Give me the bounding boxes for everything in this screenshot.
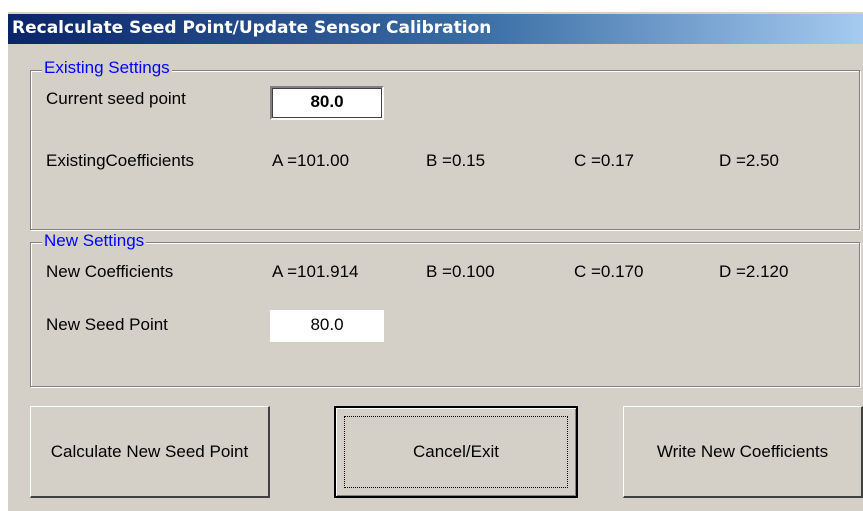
title-bar[interactable]: Recalculate Seed Point/Update Sensor Cal… (8, 14, 863, 44)
write-button-label: Write New Coefficients (656, 441, 829, 461)
new-seed-point-field: 80.0 (270, 310, 384, 342)
existing-coefficient-a: A =101.00 (272, 151, 350, 170)
new-coefficient-a: A =101.914 (272, 262, 359, 281)
recalculate-dialog: Recalculate Seed Point/Update Sensor Cal… (0, 0, 863, 511)
new-settings-legend: New Settings (42, 231, 147, 251)
existing-coefficients-label: ExistingCoefficients (46, 151, 195, 170)
current-seed-point-label: Current seed point (46, 89, 186, 108)
window-title: Recalculate Seed Point/Update Sensor Cal… (12, 18, 492, 38)
calculate-new-seed-point-button[interactable]: Calculate New Seed Point (30, 406, 270, 498)
existing-coefficient-d: D =2.50 (719, 151, 780, 170)
current-seed-point-field: 80.0 (270, 86, 384, 120)
existing-settings-legend: Existing Settings (42, 58, 172, 78)
new-coefficient-b: B =0.100 (426, 262, 495, 281)
new-coefficients-label: New Coefficients (46, 262, 174, 281)
calculate-button-label: Calculate New Seed Point (50, 441, 249, 461)
write-new-coefficients-button[interactable]: Write New Coefficients (623, 406, 863, 498)
cancel-exit-button[interactable]: Cancel/Exit (334, 406, 578, 498)
existing-coefficient-b: B =0.15 (426, 151, 486, 170)
window-frame-top (0, 0, 863, 12)
new-coefficient-d: D =2.120 (719, 262, 789, 281)
existing-coefficient-c: C =0.17 (574, 151, 635, 170)
new-seed-point-label: New Seed Point (46, 315, 168, 334)
window-frame-left (0, 0, 8, 511)
new-coefficient-c: C =0.170 (574, 262, 644, 281)
cancel-button-label: Cancel/Exit (413, 442, 499, 461)
